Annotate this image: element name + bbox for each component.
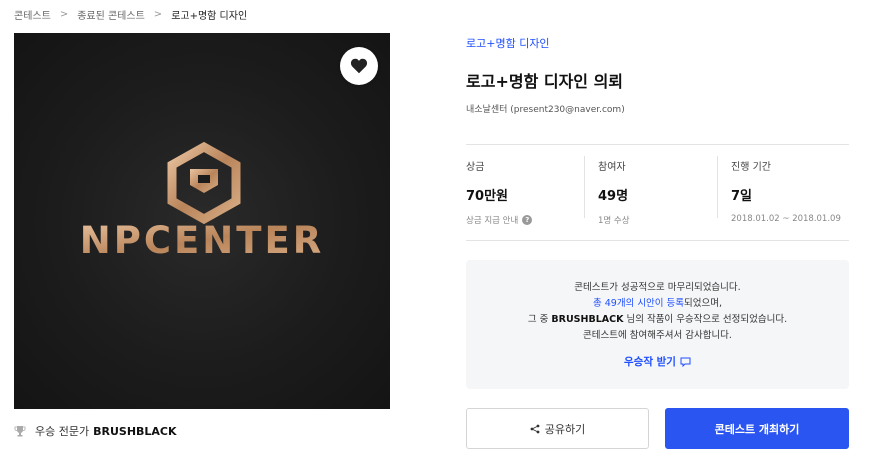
- stat-period-sub: 2018.01.02 ~ 2018.01.09: [731, 214, 841, 224]
- stat-period-value: 7일: [731, 189, 753, 204]
- stat-participants-value: 49명: [598, 189, 629, 204]
- winner-name[interactable]: BRUSHBLACK: [93, 425, 176, 438]
- stat-period: 진행 기간 7일 2018.01.02 ~ 2018.01.09: [731, 158, 841, 224]
- contest-result-notice: 콘테스트가 성공적으로 마무리되었습니다. 총 49개의 시안이 등록되었으며,…: [466, 260, 849, 389]
- stat-prize-value: 70만원: [466, 189, 509, 204]
- contest-title: 로고+명함 디자인 의뢰: [466, 72, 624, 91]
- stat-participants: 참여자 49명 1명 수상: [598, 158, 630, 226]
- get-winning-entry-label: 우승작 받기: [624, 356, 676, 368]
- breadcrumb-item-current: 로고+명함 디자인: [171, 10, 248, 22]
- stat-participants-label: 참여자: [598, 162, 626, 173]
- notice-winner-name: BRUSHBLACK: [551, 314, 624, 325]
- stat-period-label: 진행 기간: [731, 162, 771, 173]
- heart-icon: [350, 58, 368, 74]
- logo-wordmark: NPCENTER: [80, 219, 324, 262]
- notice-line-3-post: 님의 작품이 우승작으로 선정되었습니다.: [623, 314, 788, 325]
- breadcrumb-item-ended-contests[interactable]: 종료된 콘테스트: [77, 7, 145, 22]
- share-button-label: 공유하기: [544, 422, 586, 436]
- get-winning-entry-link[interactable]: 우승작 받기: [624, 354, 691, 369]
- stat-prize-label: 상금: [466, 162, 485, 173]
- notice-line-3: 그 중 BRUSHBLACK 님의 작품이 우승작으로 선정되었습니다.: [466, 312, 849, 328]
- winner-label: 우승 전문가: [35, 425, 90, 438]
- notice-line-2-rest: 되었으며,: [684, 298, 723, 309]
- notice-line-3-pre: 그 중: [527, 314, 552, 325]
- contest-host: 내소날센터 (present230@naver.com): [466, 105, 625, 115]
- info-icon[interactable]: ?: [522, 215, 533, 225]
- contest-category[interactable]: 로고+명함 디자인: [466, 35, 550, 51]
- breadcrumb: 콘테스트 > 종료된 콘테스트 > 로고+명함 디자인: [14, 6, 247, 22]
- host-contest-button-label: 콘테스트 개최하기: [714, 422, 800, 436]
- stats-divider: [717, 156, 718, 218]
- notice-line-4: 콘테스트에 참여해주셔서 감사합니다.: [583, 330, 732, 341]
- stats-divider-top: [466, 144, 849, 145]
- stats-divider-bottom: [466, 240, 849, 241]
- chevron-right-icon: >: [153, 8, 163, 20]
- favorite-button[interactable]: [340, 47, 378, 85]
- prize-payment-info[interactable]: 상금 지급 안내 ?: [466, 214, 533, 226]
- notice-line-1: 콘테스트가 성공적으로 마무리되었습니다.: [574, 282, 741, 293]
- contest-hero-image: NPCENTER: [14, 33, 390, 409]
- notice-line-2: 총 49개의 시안이 등록되었으며,: [466, 296, 849, 312]
- breadcrumb-item-contests[interactable]: 콘테스트: [14, 7, 51, 22]
- winner-info: 우승 전문가 BRUSHBLACK: [14, 423, 177, 439]
- stats-divider: [584, 156, 585, 218]
- chevron-right-icon: >: [59, 8, 69, 20]
- submissions-link[interactable]: 총 49개의 시안이 등록: [593, 298, 684, 309]
- share-button[interactable]: 공유하기: [466, 408, 649, 449]
- trophy-icon: [14, 426, 26, 437]
- npcenter-logo: NPCENTER: [80, 141, 324, 262]
- stat-prize-sub: 상금 지급 안내: [466, 216, 519, 226]
- share-icon: [530, 424, 540, 433]
- host-contest-button[interactable]: 콘테스트 개최하기: [665, 408, 849, 449]
- stat-participants-sub: 1명 수상: [598, 216, 630, 226]
- stat-prize: 상금 70만원 상금 지급 안내 ?: [466, 158, 533, 226]
- speech-bubble-icon: [680, 357, 691, 367]
